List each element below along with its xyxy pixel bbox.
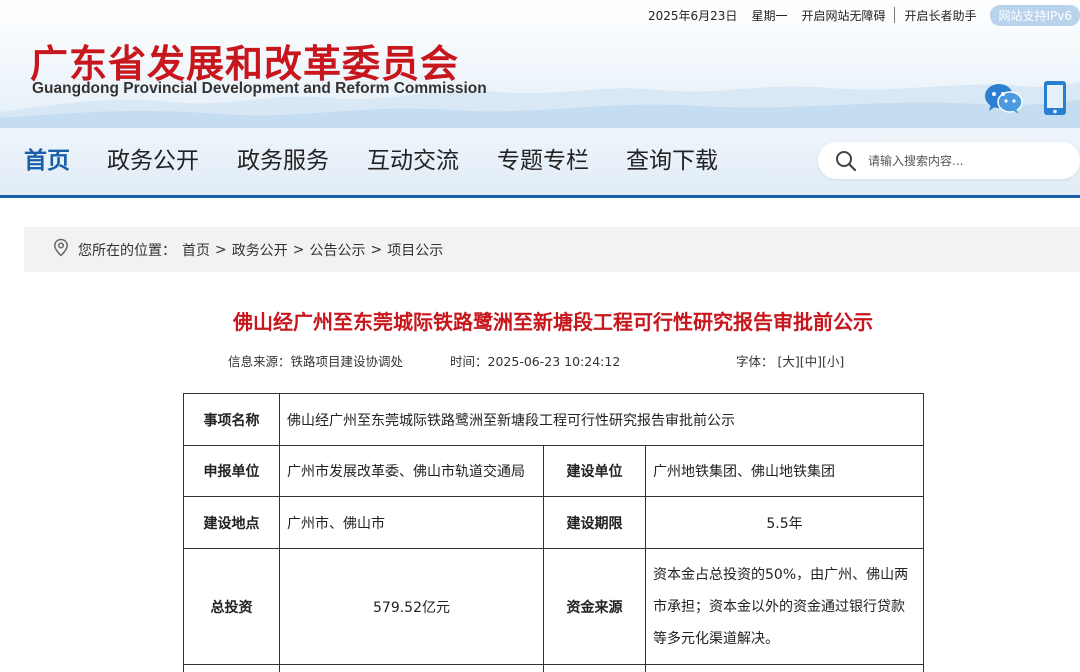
topbar-divider	[894, 7, 896, 23]
nav-item-interaction[interactable]: 互动交流	[367, 128, 459, 195]
location-icon	[53, 238, 69, 261]
breadcrumb-separator: >	[215, 241, 227, 258]
row-value-duration: 5.5年	[644, 496, 925, 549]
row-cell-empty	[644, 664, 925, 672]
breadcrumb: 您所在的位置： 首页 > 政务公开 > 公告公示 > 项目公示	[24, 227, 1080, 272]
row-cell-empty	[279, 664, 544, 672]
row-label-investment: 总投资	[183, 548, 280, 665]
row-label-applicant: 申报单位	[183, 445, 280, 497]
main-nav: 首页 政务公开 政务服务 互动交流 专题专栏 查询下载	[0, 128, 1080, 198]
row-value-investment: 579.52亿元	[279, 548, 544, 665]
current-date: 2025年6月23日	[647, 8, 738, 23]
search-input[interactable]	[868, 148, 1068, 173]
site-title-en: Guangdong Provincial Development and Ref…	[32, 80, 487, 97]
breadcrumb-item-project-notices[interactable]: 项目公示	[387, 240, 443, 260]
row-value-applicant: 广州市发展改革委、佛山市轨道交通局	[279, 445, 544, 497]
header-banner: 广东省发展和改革委员会 Guangdong Provincial Develop…	[0, 0, 1080, 128]
article-time: 时间：2025-06-23 10:24:12	[450, 351, 620, 370]
font-size-switcher: 字体： [大][中][小]	[736, 351, 844, 370]
table-row	[183, 664, 925, 672]
table-row: 建设地点 广州市、佛山市 建设期限 5.5年	[183, 496, 925, 549]
nav-item-special-topics[interactable]: 专题专栏	[497, 128, 589, 195]
table-row: 申报单位 广州市发展改革委、佛山市轨道交通局 建设单位 广州地铁集团、佛山地铁集…	[183, 445, 925, 497]
current-weekday: 星期一	[751, 8, 788, 23]
font-size-small-button[interactable]: [小]	[822, 354, 844, 369]
article-title: 佛山经广州至东莞城际铁路鹭洲至新塘段工程可行性研究报告审批前公示	[233, 310, 873, 334]
font-size-medium-button[interactable]: [中]	[800, 354, 822, 369]
time-value: 2025-06-23 10:24:12	[487, 354, 621, 369]
breadcrumb-item-gov-info[interactable]: 政务公开	[232, 240, 288, 260]
table-row: 事项名称 佛山经广州至东莞城际铁路鹭洲至新塘段工程可行性研究报告审批前公示	[183, 393, 925, 446]
row-value-funding: 资本金占总投资的50%，由广州、佛山两市承担；资本金以外的资金通过银行贷款等多元…	[644, 548, 925, 665]
search-icon[interactable]	[835, 150, 857, 176]
row-label-funding: 资金来源	[543, 548, 646, 665]
article-source: 信息来源：铁路项目建设协调处	[228, 351, 403, 370]
source-value: 铁路项目建设协调处	[290, 354, 404, 369]
accessibility-link[interactable]: 开启网站无障碍	[801, 7, 885, 24]
row-value-builder: 广州地铁集团、佛山地铁集团	[644, 445, 925, 497]
project-info-table: 事项名称 佛山经广州至东莞城际铁路鹭洲至新塘段工程可行性研究报告审批前公示 申报…	[183, 393, 925, 672]
font-size-label: 字体：	[736, 354, 774, 369]
row-label-duration: 建设期限	[543, 496, 646, 549]
ipv6-badge: 网站支持IPv6	[990, 4, 1080, 26]
breadcrumb-item-notices[interactable]: 公告公示	[309, 240, 365, 260]
nav-item-gov-info[interactable]: 政务公开	[107, 128, 199, 195]
font-size-large-button[interactable]: [大]	[778, 354, 800, 369]
search-box	[818, 142, 1080, 179]
nav-item-query-download[interactable]: 查询下载	[626, 128, 718, 195]
mobile-icon[interactable]	[1043, 80, 1067, 120]
row-value-location: 广州市、佛山市	[279, 496, 544, 549]
nav-item-gov-service[interactable]: 政务服务	[237, 128, 329, 195]
row-label-item-name: 事项名称	[183, 393, 280, 446]
row-label-location: 建设地点	[183, 496, 280, 549]
breadcrumb-item-home[interactable]: 首页	[182, 240, 210, 260]
row-cell-empty	[543, 664, 646, 672]
nav-item-home[interactable]: 首页	[24, 128, 70, 195]
breadcrumb-prefix: 您所在的位置：	[78, 242, 176, 259]
breadcrumb-separator: >	[370, 241, 383, 258]
row-value-item-name: 佛山经广州至东莞城际铁路鹭洲至新塘段工程可行性研究报告审批前公示	[278, 393, 925, 446]
time-label: 时间：	[450, 354, 488, 369]
table-row: 总投资 579.52亿元 资金来源 资本金占总投资的50%，由广州、佛山两市承担…	[183, 548, 925, 665]
elder-mode-link[interactable]: 开启长者助手	[904, 7, 976, 24]
source-label: 信息来源：	[228, 354, 291, 369]
wechat-icon[interactable]	[984, 82, 1024, 120]
top-utility-bar: 2025年6月23日 星期一 开启网站无障碍 开启长者助手 网站支持IPv6	[648, 4, 1080, 26]
breadcrumb-separator: >	[292, 241, 305, 258]
row-cell-empty	[183, 664, 280, 672]
row-label-builder: 建设单位	[543, 445, 646, 497]
